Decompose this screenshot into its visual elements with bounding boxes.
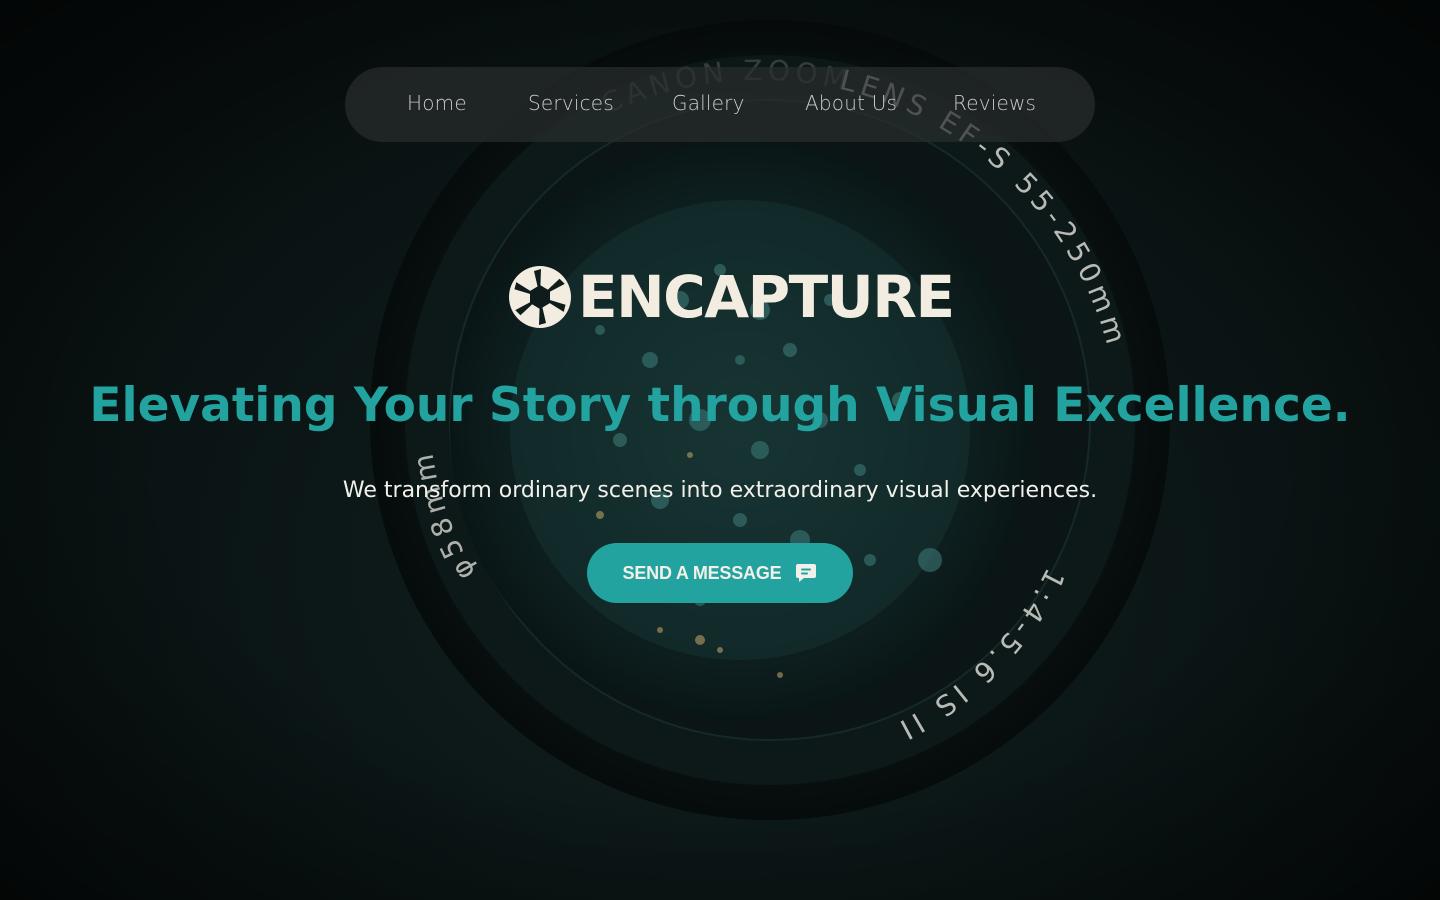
send-message-button[interactable]: SEND A MESSAGE	[587, 543, 853, 603]
brand-name: ENCAPTURE	[578, 263, 955, 331]
send-message-label: SEND A MESSAGE	[622, 562, 782, 583]
nav-item-gallery[interactable]: Gallery	[672, 91, 745, 115]
main-navigation: Home Services Gallery About Us Reviews	[345, 67, 1095, 142]
nav-item-services[interactable]: Services	[528, 91, 614, 115]
brand-logo[interactable]: ENCAPTURE	[508, 263, 955, 331]
nav-item-home[interactable]: Home	[407, 91, 467, 115]
hero-section: CANON ZOOM LENS EF-S 55-250mm 1:4-5.6 IS…	[0, 0, 1440, 900]
nav-item-reviews[interactable]: Reviews	[953, 91, 1036, 115]
nav-item-about-us[interactable]: About Us	[805, 91, 897, 115]
hero-subheadline: We transform ordinary scenes into extrao…	[342, 478, 1098, 503]
aperture-icon	[509, 266, 571, 328]
hero-headline: Elevating Your Story through Visual Exce…	[89, 378, 1351, 433]
chat-bubble-icon	[796, 564, 817, 582]
